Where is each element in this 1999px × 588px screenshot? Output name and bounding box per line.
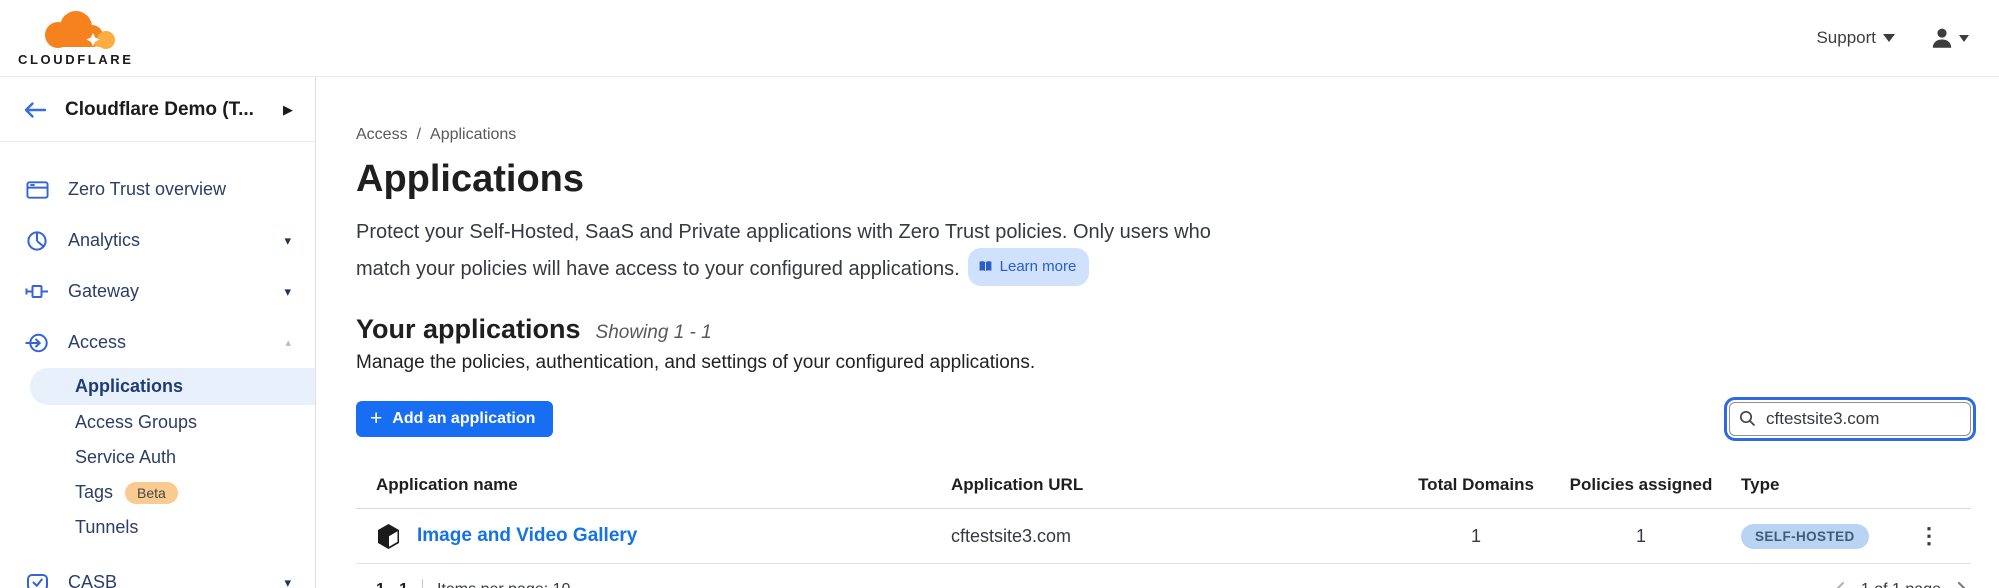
pagination: 1 of 1 page [1833,581,1969,588]
gateway-icon [25,282,49,301]
table-row: Image and Video Gallery cftestsite3.com … [356,509,1971,564]
cloudflare-logo[interactable]: CLOUDFLARE [18,9,134,67]
table-header: Application name Application URL Total D… [356,467,1971,509]
actions-row: + Add an application [356,401,1971,437]
footer-left: 1 - 1 Items per page: 10 [376,579,570,588]
sidebar-item-label: Gateway [68,281,284,302]
sidebar-item-tags[interactable]: Tags Beta [0,475,315,510]
col-application-url: Application URL [951,475,1411,495]
cell-application-url: cftestsite3.com [951,526,1411,547]
cloudflare-cloud-icon [24,9,128,51]
breadcrumb: Access / Applications [356,126,1971,144]
chevron-down-icon [1883,34,1895,42]
app-cube-icon [376,523,401,550]
sidebar-item-analytics[interactable]: Analytics ▾ [0,215,315,266]
chevron-down-icon [1959,35,1969,42]
showing-count: Showing 1 - 1 [596,322,712,344]
sidebar-item-tunnels[interactable]: Tunnels [0,510,315,545]
beta-badge: Beta [125,482,178,504]
applications-table: Application name Application URL Total D… [356,467,1971,588]
previous-page-chevron-icon[interactable] [1833,581,1845,588]
sidebar-item-casb[interactable]: CASB ▾ [0,557,315,588]
user-menu[interactable] [1929,25,1969,51]
search-input[interactable] [1729,402,1971,436]
sidebar-item-label: Tags [75,482,113,503]
support-label: Support [1816,28,1876,48]
back-arrow-icon[interactable] [22,101,47,119]
page-description: Protect your Self-Hosted, SaaS and Priva… [356,217,1236,286]
table-footer: 1 - 1 Items per page: 10 1 of 1 page [356,564,1971,588]
sidebar-item-label: Tunnels [75,517,138,538]
next-page-chevron-icon[interactable] [1957,581,1969,588]
col-application-name: Application name [376,475,951,495]
user-avatar-icon [1929,25,1955,51]
chevron-down-icon: ▾ [284,233,291,249]
book-icon [978,260,993,273]
overview-window-icon [25,180,49,200]
chevron-down-icon: ▾ [284,284,291,300]
sidebar-item-service-auth[interactable]: Service Auth [0,440,315,475]
shell: Cloudflare Demo (T... ▶ Zero Trust overv… [0,77,1999,588]
row-actions-kebab-icon[interactable]: ⋮ [1907,525,1951,547]
cell-type: SELF-HOSTED [1741,524,1907,549]
topbar-right: Support [1816,25,1969,51]
learn-more-button[interactable]: Learn more [968,248,1090,286]
items-range: 1 - 1 [376,581,408,588]
col-type: Type [1741,475,1907,495]
account-name: Cloudflare Demo (T... [65,99,277,121]
sidebar-item-label: CASB [68,572,284,588]
breadcrumb-separator: / [417,126,421,144]
section-header: Your applications Showing 1 - 1 [356,314,1971,345]
sidebar-item-access[interactable]: Access ▴ [0,317,315,368]
breadcrumb-access[interactable]: Access [356,126,408,144]
support-menu[interactable]: Support [1816,28,1895,48]
section-title: Your applications [356,314,581,345]
section-subtitle: Manage the policies, authentication, and… [356,352,1971,374]
page-indicator: 1 of 1 page [1861,581,1941,588]
pie-chart-icon [25,230,49,252]
sidebar-item-label: Service Auth [75,447,176,468]
page-title: Applications [356,158,1971,201]
add-application-button[interactable]: + Add an application [356,401,553,437]
sidebar-account-header: Cloudflare Demo (T... ▶ [0,77,315,142]
top-bar: CLOUDFLARE Support [0,0,1999,77]
sidebar-nav: Zero Trust overview Analytics ▾ [0,142,315,588]
sidebar-item-access-groups[interactable]: Access Groups [0,405,315,440]
search-icon [1739,410,1756,427]
cell-application-name: Image and Video Gallery [376,523,951,550]
items-per-page: Items per page: 10 [437,581,570,588]
plus-icon: + [370,408,382,429]
breadcrumb-applications[interactable]: Applications [430,126,516,144]
application-link[interactable]: Image and Video Gallery [417,525,637,547]
learn-more-label: Learn more [1000,251,1077,282]
app-root: CLOUDFLARE Support Cloudflare [0,0,1999,588]
access-subnav: Applications Access Groups Service Auth … [0,368,315,545]
expand-right-caret-icon[interactable]: ▶ [283,102,293,118]
sidebar-item-label: Analytics [68,230,284,251]
chevron-down-icon: ▾ [284,575,291,588]
footer-divider [422,579,423,588]
sidebar-item-label: Access [68,332,285,353]
col-policies-assigned: Policies assigned [1541,475,1741,495]
col-total-domains: Total Domains [1411,475,1541,495]
cloudflare-wordmark: CLOUDFLARE [18,52,134,67]
type-badge: SELF-HOSTED [1741,524,1869,549]
sidebar: Cloudflare Demo (T... ▶ Zero Trust overv… [0,77,316,588]
chevron-up-icon: ▴ [285,336,291,349]
sidebar-item-label: Zero Trust overview [68,179,291,200]
sidebar-item-label: Applications [75,376,183,397]
casb-check-icon [25,572,49,588]
main-content: Access / Applications Applications Prote… [316,77,1999,588]
sidebar-item-zero-trust-overview[interactable]: Zero Trust overview [0,164,315,215]
sidebar-item-label: Access Groups [75,412,197,433]
cell-total-domains: 1 [1411,526,1541,547]
access-login-icon [25,332,49,354]
add-application-label: Add an application [392,410,535,428]
search-box [1729,402,1971,436]
sidebar-item-gateway[interactable]: Gateway ▾ [0,266,315,317]
sidebar-item-applications[interactable]: Applications [30,368,315,405]
cell-policies-assigned: 1 [1541,526,1741,547]
